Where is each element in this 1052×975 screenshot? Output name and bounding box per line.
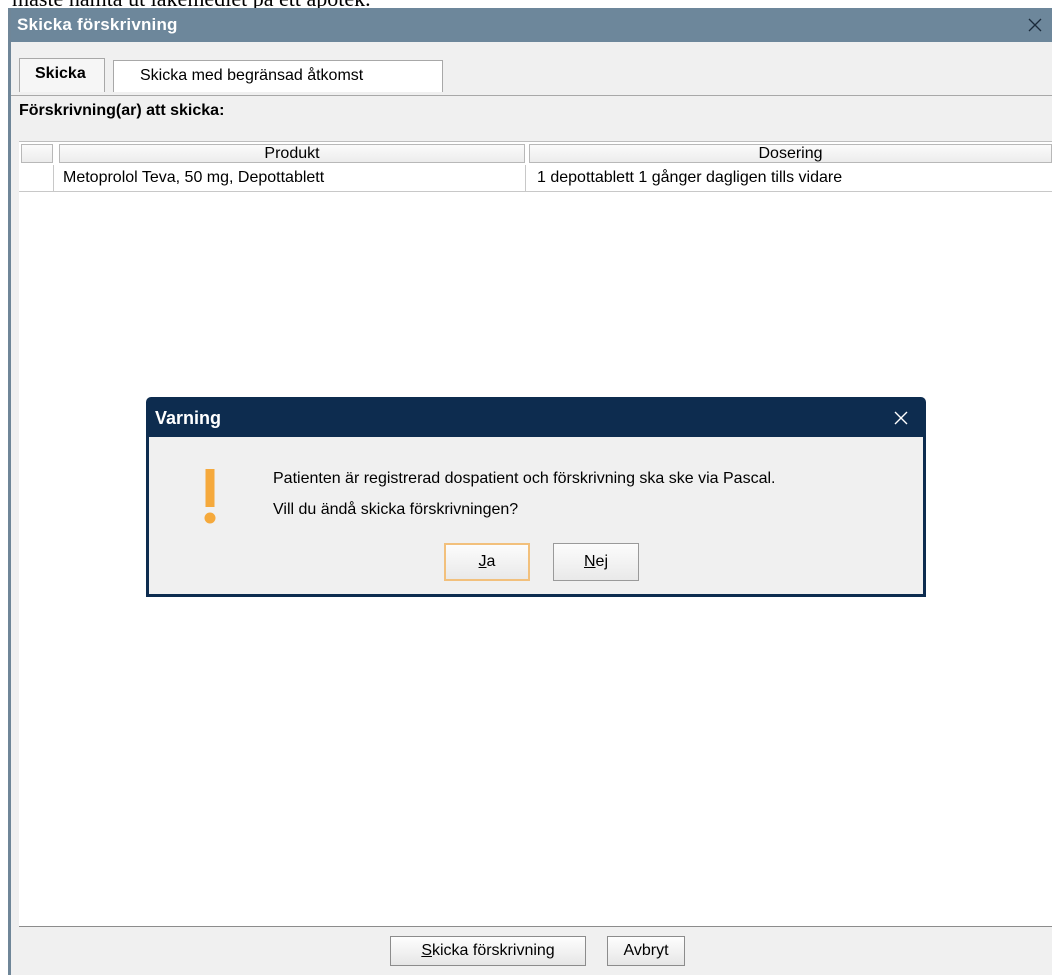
footer-bar: Skicka förskrivning Avbryt bbox=[11, 927, 1052, 975]
cancel-button[interactable]: Avbryt bbox=[607, 936, 685, 966]
table-header: Produkt Dosering bbox=[19, 142, 1052, 164]
section-label: Förskrivning(ar) att skicka: bbox=[19, 102, 225, 119]
column-header-select[interactable] bbox=[21, 144, 53, 163]
dialog-message-line2: Vill du ändå skicka förskrivningen? bbox=[273, 501, 519, 518]
tab-divider bbox=[11, 95, 1052, 96]
warning-exclamation-icon bbox=[204, 469, 216, 524]
send-label: kicka förskrivning bbox=[431, 942, 555, 959]
row-select-cell[interactable] bbox=[19, 165, 54, 191]
dialog-title: Varning bbox=[155, 408, 222, 428]
window-titlebar: Skicka förskrivning bbox=[11, 8, 1052, 42]
tab-strip: Skicka Skicka med begränsad åtkomst bbox=[11, 42, 1052, 96]
yes-button[interactable]: Ja bbox=[444, 543, 530, 581]
close-icon bbox=[1028, 18, 1042, 32]
table-row[interactable]: Metoprolol Teva, 50 mg, Depottablett 1 d… bbox=[19, 165, 1052, 192]
window-close-button[interactable] bbox=[1018, 8, 1052, 42]
dialog-message-line1: Patienten är registrerad dospatient och … bbox=[273, 470, 776, 487]
send-mnemonic: S bbox=[421, 942, 432, 959]
warning-dialog: Varning Patienten är registrerad dospati… bbox=[146, 397, 926, 597]
column-header-produkt[interactable]: Produkt bbox=[59, 144, 525, 163]
tab-skicka-begransad[interactable]: Skicka med begränsad åtkomst bbox=[113, 60, 443, 92]
no-button[interactable]: Nej bbox=[553, 543, 639, 581]
no-label: ej bbox=[595, 553, 608, 570]
column-divider bbox=[525, 165, 526, 191]
tab-skicka[interactable]: Skicka bbox=[19, 58, 105, 92]
window-title: Skicka förskrivning bbox=[17, 15, 178, 34]
dialog-close-button[interactable] bbox=[887, 400, 915, 436]
send-prescription-button[interactable]: Skicka förskrivning bbox=[390, 936, 586, 966]
yes-label: a bbox=[486, 553, 496, 570]
dialog-titlebar: Varning bbox=[149, 400, 923, 437]
no-mnemonic: N bbox=[583, 553, 596, 570]
cell-produkt: Metoprolol Teva, 50 mg, Depottablett bbox=[63, 169, 325, 186]
column-header-dosering[interactable]: Dosering bbox=[529, 144, 1052, 163]
cell-dosering: 1 depottablett 1 gånger dagligen tills v… bbox=[537, 169, 843, 186]
close-icon bbox=[894, 411, 908, 425]
yes-mnemonic: J bbox=[478, 553, 487, 570]
